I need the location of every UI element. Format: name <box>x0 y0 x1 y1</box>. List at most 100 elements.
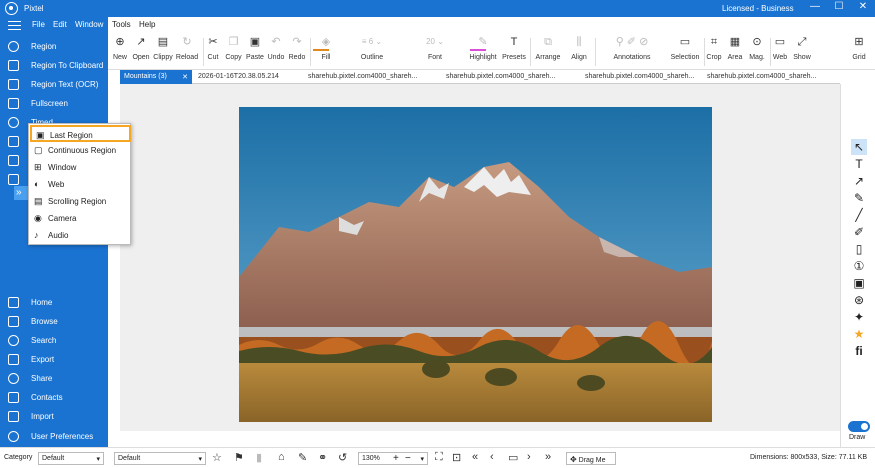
zoom-out-icon[interactable]: − <box>405 453 411 464</box>
dropdown-item-web[interactable]: ◐ Web <box>30 176 131 193</box>
note-tool-icon[interactable]: ▯ <box>851 241 867 257</box>
minimize-button[interactable]: — <box>808 1 822 12</box>
arrow-tool-icon[interactable]: ↗ <box>851 173 867 189</box>
menu-file[interactable]: File <box>32 20 45 29</box>
hamburger-button[interactable] <box>0 17 28 34</box>
menu-help[interactable]: Help <box>139 20 155 29</box>
category-select[interactable]: Default ▾ <box>38 452 104 465</box>
copy-button[interactable]: ❐ Copy <box>225 36 242 61</box>
drag-me-button[interactable]: ✥ Drag Me <box>566 452 616 465</box>
previous-page-icon[interactable]: ‹ <box>490 451 494 463</box>
arrange-button[interactable]: ⧉ Arrange <box>534 36 562 61</box>
zoom-control[interactable]: 130% + − ▾ <box>358 452 428 465</box>
sidebar-item-share[interactable]: Share <box>0 370 108 387</box>
mountain-photo[interactable] <box>239 107 712 422</box>
toolbar: ⊕ New ↗ Open ▤ Clippy ↻ Reload ✂ Cut ❐ Copy ▣ P… <box>108 34 875 70</box>
dropdown-item-last-region[interactable]: ▣ Last Region <box>30 125 131 142</box>
magnifier-icon: ⊙ <box>752 36 762 48</box>
align-button[interactable]: ⫼ Align <box>567 36 591 61</box>
web-button[interactable]: ▭ Web <box>772 36 788 61</box>
draw-toggle[interactable] <box>848 421 870 432</box>
line-tool-icon[interactable]: ╱ <box>851 207 867 223</box>
area-button[interactable]: ▦ Area <box>726 36 744 61</box>
presets-button[interactable]: T Presets <box>501 36 527 61</box>
star-tool-icon[interactable]: ★ <box>851 326 867 342</box>
sidebar-item-region[interactable]: Region <box>0 38 108 55</box>
step-tool-icon[interactable]: ① <box>851 258 867 274</box>
timer-icon <box>8 117 19 128</box>
paste-button[interactable]: ▣ Paste <box>245 36 265 61</box>
text-tool-icon[interactable]: T <box>851 156 867 172</box>
sidebar-item-export[interactable]: Export <box>0 351 108 368</box>
next-page-icon[interactable]: › <box>527 451 531 463</box>
crop-button[interactable]: ⌗ Crop <box>706 36 722 61</box>
dropdown-item-continuous-region[interactable]: ▢ Continuous Region <box>30 142 131 159</box>
sidebar-item-browse[interactable]: Browse <box>0 313 108 330</box>
close-tab-icon[interactable]: ✕ <box>182 73 188 81</box>
history-icon[interactable]: ↺ <box>338 451 347 464</box>
sidebar-item-search[interactable]: Search <box>0 332 108 349</box>
font-button[interactable]: 20 ⌄ Font <box>404 36 466 61</box>
reload-label: Reload <box>175 54 199 61</box>
secondary-select[interactable]: Default ▾ <box>114 452 206 465</box>
menu-tools[interactable]: Tools <box>112 20 131 29</box>
actual-size-icon[interactable]: ⊡ <box>452 451 461 464</box>
tab-sharehub-3[interactable]: sharehub.pixtel.com4000_shareh... <box>581 70 711 84</box>
fit-icon[interactable]: ⛶ <box>435 451 443 464</box>
pen-tool-icon[interactable]: ✎ <box>851 190 867 206</box>
reload-button[interactable]: ↻ Reload <box>175 36 199 61</box>
tab-sharehub-2[interactable]: sharehub.pixtel.com4000_shareh... <box>442 70 572 84</box>
outline-label: Outline <box>360 54 384 61</box>
new-button[interactable]: ⊕ New <box>112 36 128 61</box>
open-button[interactable]: ↗ Open <box>132 36 150 61</box>
undo-button[interactable]: ↶ Undo <box>267 36 285 61</box>
dropdown-item-scrolling-region[interactable]: ▤ Scrolling Region <box>30 193 131 210</box>
selection-button[interactable]: ▭ Selection <box>669 36 701 61</box>
zoom-in-icon[interactable]: + <box>393 453 399 464</box>
image-tool-icon[interactable]: ▣ <box>851 275 867 291</box>
cut-button[interactable]: ✂ Cut <box>206 36 220 61</box>
grid-button[interactable]: ⊞ Grid <box>850 36 868 61</box>
tab-sharehub-4[interactable]: sharehub.pixtel.com4000_shareh... <box>703 70 833 84</box>
sidebar-item-region-to-clipboard[interactable]: Region To Clipboard <box>0 57 108 74</box>
star-icon[interactable]: ☆ <box>212 451 222 464</box>
edit-icon[interactable]: ✎ <box>298 451 307 464</box>
dropdown-item-audio[interactable]: ♪ Audio <box>30 227 131 244</box>
last-page-icon[interactable]: » <box>545 451 551 463</box>
annotations-button[interactable]: ⚲ ✐ ⊘ Annotations <box>598 36 666 61</box>
first-page-icon[interactable]: « <box>472 451 478 463</box>
tab-timestamp[interactable]: 2026-01-16T20.38.05.214 <box>194 70 314 84</box>
sidebar-item-region-text-ocr[interactable]: Region Text (OCR) <box>0 76 108 93</box>
fi-tool-icon[interactable]: fi <box>851 343 867 359</box>
menu-window[interactable]: Window <box>75 20 103 29</box>
magnifier-button[interactable]: ⊙ Mag. <box>747 36 767 61</box>
sparkle-tool-icon[interactable]: ✦ <box>851 309 867 325</box>
flag-icon[interactable]: ⚑ <box>234 451 244 464</box>
dropdown-item-window[interactable]: ⊞ Window <box>30 159 131 176</box>
close-button[interactable]: ✕ <box>856 1 870 12</box>
sidebar-item-home[interactable]: Home <box>0 294 108 311</box>
more-capture-button[interactable]: » <box>14 186 28 200</box>
marker-tool-icon[interactable]: ✐ <box>851 224 867 240</box>
blur-tool-icon[interactable]: ⊛ <box>851 292 867 308</box>
sidebar-item-user-preferences[interactable]: User Preferences <box>0 428 108 445</box>
sidebar-item-import[interactable]: Import <box>0 408 108 425</box>
sidebar-item-fullscreen[interactable]: Fullscreen <box>0 95 108 112</box>
sidebar-item-label: User Preferences <box>31 432 94 441</box>
page-icon[interactable]: ▭ <box>508 451 518 464</box>
show-button[interactable]: ⤢ Show <box>792 36 812 61</box>
menu-edit[interactable]: Edit <box>53 20 67 29</box>
maximize-button[interactable]: ☐ <box>832 1 846 12</box>
tab-sharehub-1[interactable]: sharehub.pixtel.com4000_shareh... <box>304 70 434 84</box>
tab-label: Mountains (3) <box>124 73 167 80</box>
outline-button[interactable]: ≡ 6 ⌄ Outline <box>342 36 402 61</box>
redo-button[interactable]: ↷ Redo <box>288 36 306 61</box>
bookmark-icon[interactable]: ▮ <box>256 451 262 464</box>
tab-mountains[interactable]: Mountains (3) ✕ <box>120 70 192 84</box>
tag-icon[interactable]: ⌂ <box>278 451 285 463</box>
dropdown-item-camera[interactable]: ◉ Camera <box>30 210 131 227</box>
clippy-button[interactable]: ▤ Clippy <box>152 36 174 61</box>
link-icon[interactable]: ⚭ <box>318 451 327 464</box>
pointer-tool-icon[interactable]: ↖ <box>851 139 867 155</box>
sidebar-item-contacts[interactable]: Contacts <box>0 389 108 406</box>
